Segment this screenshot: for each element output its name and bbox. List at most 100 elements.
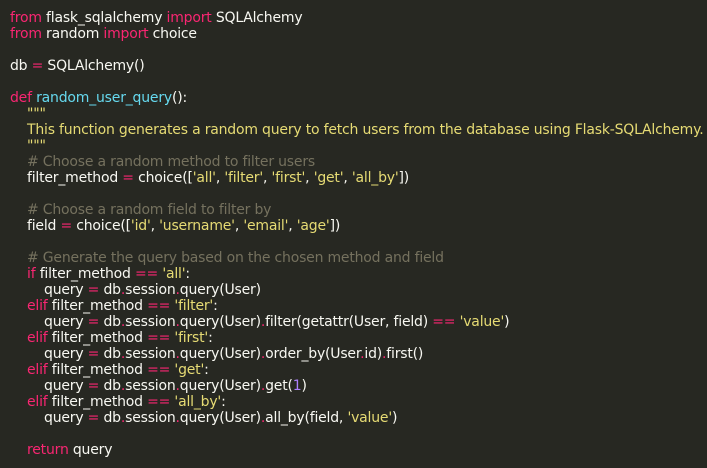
code-token: db xyxy=(99,378,121,394)
code-token: (): xyxy=(171,90,188,106)
keyword-token: from xyxy=(10,26,42,42)
code-token: filter_method xyxy=(10,170,123,186)
code-token: : xyxy=(185,266,190,282)
code-line: elif filter_method == 'all_by': xyxy=(10,394,707,410)
keyword-token: import xyxy=(103,26,149,42)
code-token: session xyxy=(125,282,176,298)
code-token: all_by(field, xyxy=(265,410,348,426)
operator-token: == xyxy=(147,362,171,378)
code-token: ) xyxy=(391,410,398,426)
code-token: filter_method xyxy=(47,298,148,314)
code-token: query(User) xyxy=(179,282,261,298)
comment-token: # Choose a random field to filter by xyxy=(10,202,272,218)
string-token: 'filter' xyxy=(224,170,263,186)
keyword-token: from xyxy=(10,10,42,26)
string-token: 'first' xyxy=(174,330,209,346)
code-line: """ xyxy=(10,106,707,122)
operator-token: = xyxy=(31,58,44,74)
operator-token: = xyxy=(87,378,100,394)
operator-token: == xyxy=(432,314,456,330)
code-token: query xyxy=(68,442,113,458)
code-token: choice([ xyxy=(72,218,131,234)
code-line: from random import choice xyxy=(10,26,707,42)
code-token: db xyxy=(99,346,121,362)
code-token: , xyxy=(263,170,272,186)
code-line: This function generates a random query t… xyxy=(10,122,707,138)
operator-token: == xyxy=(134,266,159,282)
code-line: query = db.session.query(User).order_by(… xyxy=(10,346,707,362)
code-token: flask_sqlalchemy xyxy=(41,10,167,26)
operator-token: = xyxy=(87,346,100,362)
code-editor[interactable]: from flask_sqlalchemy import SQLAlchemy f… xyxy=(0,0,707,468)
code-token: session xyxy=(125,378,176,394)
code-line: query = db.session.query(User).filter(ge… xyxy=(10,314,707,330)
string-token: 'all_by' xyxy=(351,170,399,186)
operator-token: = xyxy=(87,282,100,298)
number-token: 1 xyxy=(292,378,302,394)
code-token: : xyxy=(204,362,209,378)
string-token: 'first' xyxy=(271,170,306,186)
code-token: : xyxy=(208,330,213,346)
code-token: query(User) xyxy=(179,346,261,362)
code-token: ) xyxy=(504,314,510,330)
string-token: 'get' xyxy=(313,170,344,186)
string-token: 'age' xyxy=(296,218,330,234)
code-token: query xyxy=(10,410,88,426)
code-token: filter(getattr(User, field) xyxy=(265,314,433,330)
code-line: """ xyxy=(10,138,707,154)
code-block: from flask_sqlalchemy import SQLAlchemy f… xyxy=(10,10,707,458)
code-token: db xyxy=(10,58,32,74)
code-line: query = db.session.query(User) xyxy=(10,282,707,298)
code-token: id) xyxy=(364,346,383,362)
string-token: 'username' xyxy=(159,218,235,234)
code-line: elif filter_method == 'first': xyxy=(10,330,707,346)
code-line: query = db.session.query(User).get(1) xyxy=(10,378,707,394)
code-line: query = db.session.query(User).all_by(fi… xyxy=(10,410,707,426)
code-line: # Generate the query based on the chosen… xyxy=(10,250,707,266)
code-token: filter_method xyxy=(47,362,148,378)
code-token: first() xyxy=(386,346,424,362)
code-token: filter_method xyxy=(35,266,135,282)
code-token: query xyxy=(10,282,88,298)
code-token: ]) xyxy=(329,218,341,234)
code-token: db xyxy=(99,282,121,298)
comment-token: # Generate the query based on the chosen… xyxy=(10,250,444,266)
code-token: , xyxy=(305,170,314,186)
operator-token: == xyxy=(147,330,171,346)
code-token: get( xyxy=(265,378,293,394)
keyword-token: elif xyxy=(27,362,48,378)
keyword-token: def xyxy=(10,90,32,106)
operator-token: == xyxy=(147,298,171,314)
code-token: random xyxy=(41,26,104,42)
code-line: if filter_method == 'all': xyxy=(10,266,707,282)
operator-token: == xyxy=(147,394,171,410)
code-line: elif filter_method == 'get': xyxy=(10,362,707,378)
code-token: db xyxy=(99,314,121,330)
code-token: : xyxy=(221,394,226,410)
code-token: db xyxy=(99,410,121,426)
operator-token: = xyxy=(87,314,100,330)
string-token: 'all_by' xyxy=(174,394,222,410)
code-line: from flask_sqlalchemy import SQLAlchemy xyxy=(10,10,707,26)
code-token: , xyxy=(288,218,297,234)
string-token: This function generates a random query t… xyxy=(10,122,704,138)
code-line: filter_method = choice(['all', 'filter',… xyxy=(10,170,707,186)
code-token: session xyxy=(125,346,176,362)
code-line: db = SQLAlchemy() xyxy=(10,58,707,74)
code-token: choice xyxy=(148,26,197,42)
code-token: query(User) xyxy=(179,410,261,426)
keyword-token: elif xyxy=(27,298,48,314)
code-line: # Choose a random method to filter users xyxy=(10,154,707,170)
code-line: # Choose a random field to filter by xyxy=(10,202,707,218)
string-token: 'get' xyxy=(174,362,205,378)
code-token: , xyxy=(343,170,352,186)
code-token: query xyxy=(10,346,88,362)
code-line: elif filter_method == 'filter': xyxy=(10,298,707,314)
